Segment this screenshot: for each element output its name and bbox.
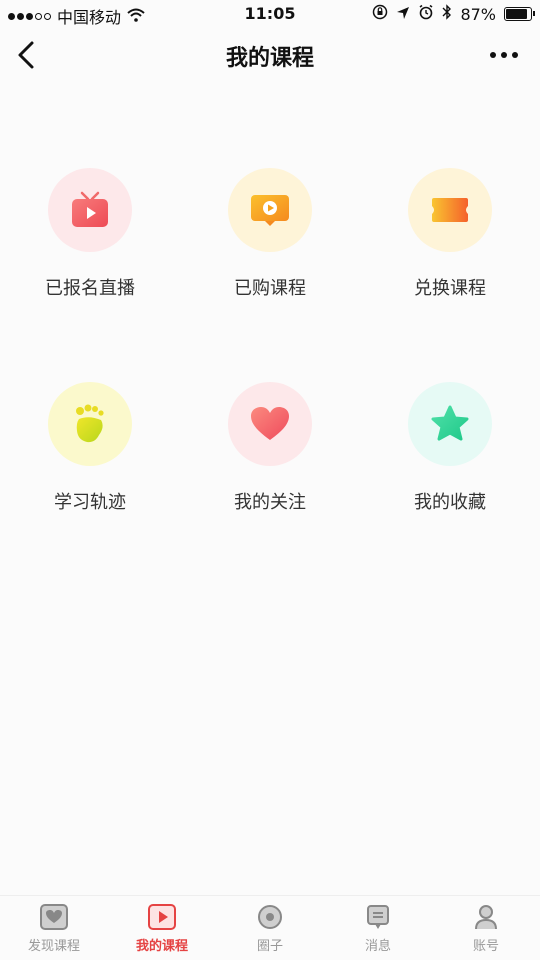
status-bar: 中国移动 11:05 87% bbox=[0, 0, 540, 28]
menu-item-purchased[interactable]: 已购课程 bbox=[180, 168, 360, 300]
menu-item-redeem[interactable]: 兑换课程 bbox=[360, 168, 540, 300]
menu-item-label: 我的关注 bbox=[234, 492, 306, 513]
tab-bar: 发现课程 我的课程 圈子 消息 账号 bbox=[0, 895, 540, 960]
menu-item-label: 已报名直播 bbox=[45, 278, 135, 299]
more-button[interactable] bbox=[490, 52, 518, 58]
battery-icon bbox=[504, 7, 535, 21]
ticket-icon bbox=[408, 168, 492, 252]
tab-label: 发现课程 bbox=[27, 939, 80, 954]
battery-percent: 87% bbox=[460, 4, 496, 24]
footprint-icon bbox=[48, 382, 132, 466]
page-title: 我的课程 bbox=[225, 46, 314, 71]
circle-dot-icon bbox=[255, 902, 285, 932]
tab-messages[interactable]: 消息 bbox=[324, 896, 432, 960]
tab-account[interactable]: 账号 bbox=[432, 896, 540, 960]
video-play-icon bbox=[228, 168, 312, 252]
orientation-lock-icon bbox=[372, 4, 388, 24]
menu-item-registered-live[interactable]: 已报名直播 bbox=[0, 168, 180, 300]
tab-circle[interactable]: 圈子 bbox=[216, 896, 324, 960]
tv-play-icon bbox=[48, 168, 132, 252]
menu-item-following[interactable]: 我的关注 bbox=[180, 382, 360, 514]
menu-item-label: 学习轨迹 bbox=[54, 492, 126, 513]
play-square-icon bbox=[147, 902, 177, 932]
nav-bar: 我的课程 bbox=[0, 28, 540, 82]
star-icon bbox=[408, 382, 492, 466]
tab-label: 账号 bbox=[472, 939, 499, 954]
heart-shield-icon bbox=[39, 902, 69, 932]
message-icon bbox=[363, 902, 393, 932]
heart-icon bbox=[228, 382, 312, 466]
location-icon bbox=[396, 5, 410, 24]
tab-discover[interactable]: 发现课程 bbox=[0, 896, 108, 960]
alarm-icon bbox=[418, 4, 434, 24]
status-right: 87% bbox=[372, 4, 535, 24]
tab-label: 圈子 bbox=[256, 939, 283, 954]
menu-item-label: 我的收藏 bbox=[414, 492, 486, 513]
menu-item-label: 已购课程 bbox=[234, 278, 306, 299]
bluetooth-icon bbox=[442, 4, 452, 24]
menu-item-learning-track[interactable]: 学习轨迹 bbox=[0, 382, 180, 514]
tab-label: 我的课程 bbox=[135, 939, 188, 954]
person-icon bbox=[471, 902, 501, 932]
course-menu-grid: 已报名直播 已购课程 兑换课程 学习轨迹 我的关注 我的收藏 bbox=[0, 168, 540, 514]
menu-item-favorites[interactable]: 我的收藏 bbox=[360, 382, 540, 514]
menu-item-label: 兑换课程 bbox=[414, 278, 486, 299]
tab-label: 消息 bbox=[364, 939, 391, 954]
tab-my-courses[interactable]: 我的课程 bbox=[108, 896, 216, 960]
